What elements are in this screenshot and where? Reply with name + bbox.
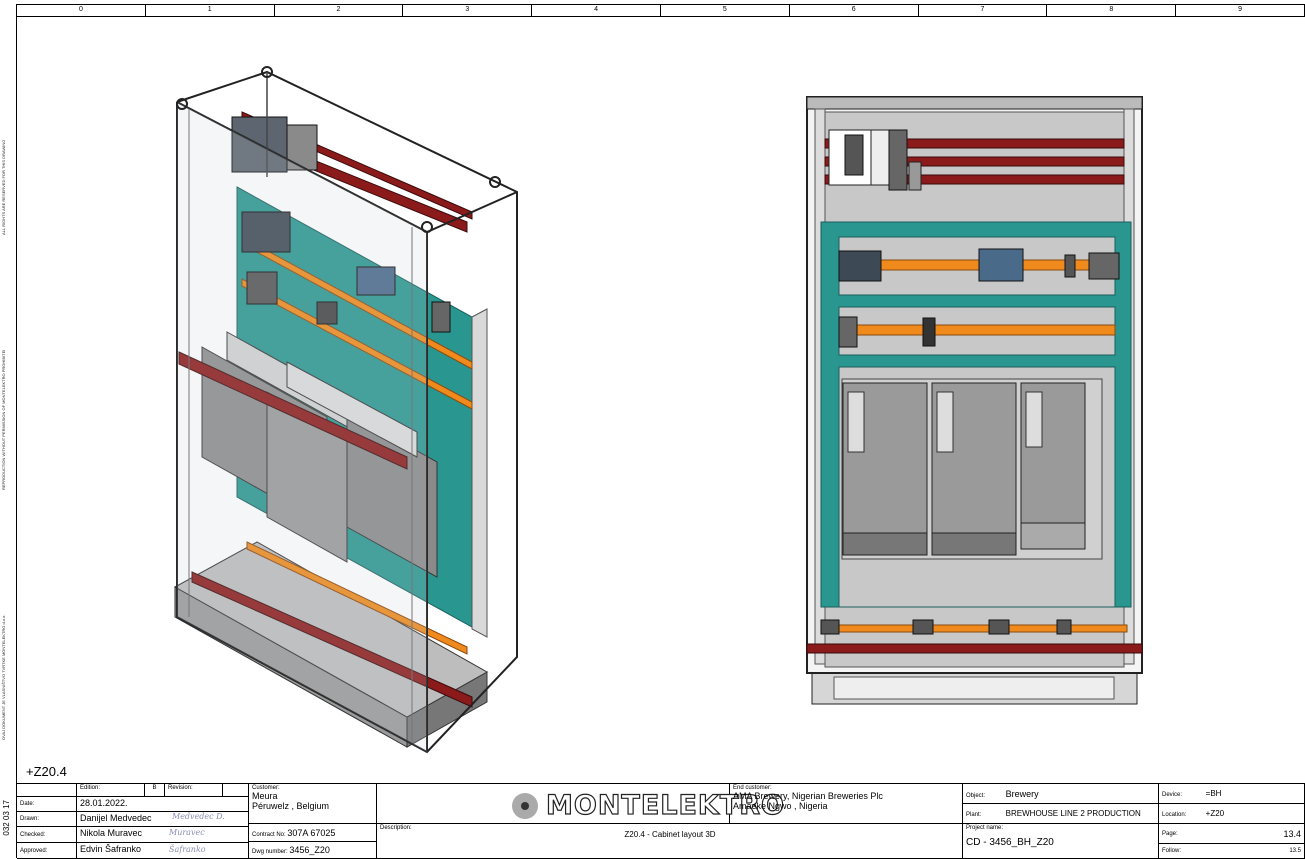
column-label: 3 — [403, 4, 533, 16]
drawn-label: Drawn: — [17, 812, 77, 827]
project-label: Project name: — [966, 825, 1004, 831]
location-label: Location: — [1162, 812, 1187, 818]
device-label: Device: — [1162, 792, 1183, 798]
device-cell: Device: =BH — [1159, 784, 1305, 804]
logo-disc-icon — [512, 792, 538, 819]
date-label: Date: — [17, 797, 77, 812]
checked-label: Checked: — [17, 827, 77, 843]
checked-value: Nikola Muravec — [77, 827, 249, 843]
contract-value: 307A 67025 — [287, 828, 336, 838]
approved-signature: Šafranko — [169, 845, 206, 854]
column-ruler: 0 1 2 3 4 5 6 7 8 9 — [17, 4, 1305, 17]
dwg-label: Dwg number: — [252, 849, 288, 855]
edition-value: B — [145, 784, 165, 797]
project-cell: Project name: CD - 3456_BH_Z20 — [963, 824, 1159, 859]
page-cell: Page: 13.4 — [1159, 824, 1305, 844]
object-value: Brewery — [1005, 789, 1039, 799]
location-cell: Location: +Z20 — [1159, 804, 1305, 824]
copyright-note: REPRODUCTION WITHOUT PERMISSION OF MONTE… — [1, 350, 6, 490]
column-label: 2 — [275, 4, 404, 16]
customer-name: Meura — [252, 791, 278, 801]
dwg-cell: Dwg number: 3456_Z20 — [249, 842, 377, 859]
follow-label: Follow: — [1162, 848, 1182, 854]
checked-signature: Muravec — [169, 828, 205, 837]
column-label: 6 — [790, 4, 919, 16]
edition-label: Edition: — [77, 784, 145, 797]
column-label: 8 — [1047, 4, 1177, 16]
title-block: Edition: B Revision: Date: 28.01.2022. D… — [17, 783, 1305, 859]
document-number: 032 03 17 — [2, 800, 11, 836]
copyright-note: OVAJ DOKUMENT JE VLASNIŠTVO TVRTKE MONTE… — [1, 614, 6, 740]
page-label: Page: — [1162, 831, 1178, 837]
column-label: 0 — [17, 4, 146, 16]
follow-cell: Follow: 13.5 — [1159, 844, 1305, 859]
column-label: 5 — [661, 4, 790, 16]
contract-label: Contract No: — [252, 832, 286, 838]
customer-cell: Customer: Meura Péruwelz , Belgium — [249, 784, 377, 824]
plant-label: Plant: — [966, 812, 982, 818]
end-customer-location: Amaeke Ngwo , Nigeria — [733, 801, 828, 811]
description-value: Z20.4 - Cabinet layout 3D — [624, 830, 716, 839]
tb-blank — [17, 784, 77, 797]
contract-cell: Contract No: 307A 67025 — [249, 824, 377, 842]
plant-cell: Plant: BREWHOUSE LINE 2 PRODUCTION — [963, 804, 1159, 824]
location-value: +Z20 — [1205, 809, 1225, 818]
plant-value: BREWHOUSE LINE 2 PRODUCTION — [1005, 809, 1141, 818]
device-value: =BH — [1205, 789, 1222, 798]
approved-label: Approved: — [17, 843, 77, 859]
drawn-signature: Medvedec D. — [172, 812, 225, 821]
cabinet-3d-view — [173, 66, 518, 754]
customer-location: Péruwelz , Belgium — [252, 801, 330, 811]
column-label: 1 — [146, 4, 275, 16]
column-label: 4 — [532, 4, 661, 16]
project-value: CD - 3456_BH_Z20 — [966, 837, 1054, 848]
cabinet-drawings — [173, 66, 1143, 754]
follow-value: 13.5 — [1289, 848, 1301, 854]
object-label: Object: — [966, 793, 986, 799]
end-customer-cell: End customer: AMA Brewery, Nigerian Brew… — [730, 784, 963, 824]
column-label: 7 — [919, 4, 1048, 16]
date-value: 28.01.2022. — [77, 797, 249, 812]
cabinet-front-view — [806, 96, 1143, 705]
dwg-value: 3456_Z20 — [289, 845, 330, 855]
revision-value — [223, 784, 249, 797]
column-label: 9 — [1176, 4, 1305, 16]
cabinet-reference: +Z20.4 — [26, 764, 67, 779]
object-cell: Object: Brewery — [963, 784, 1159, 804]
revision-label: Revision: — [165, 784, 223, 797]
copyright-note: ALL RIGHTS ARE RESERVED FOR THIS DRAWING — [1, 139, 6, 235]
end-customer-name: AMA Brewery, Nigerian Breweries Plc — [733, 791, 883, 801]
page-value: 13.4 — [1283, 829, 1301, 839]
approved-value: Edvin Šafranko — [77, 843, 249, 859]
